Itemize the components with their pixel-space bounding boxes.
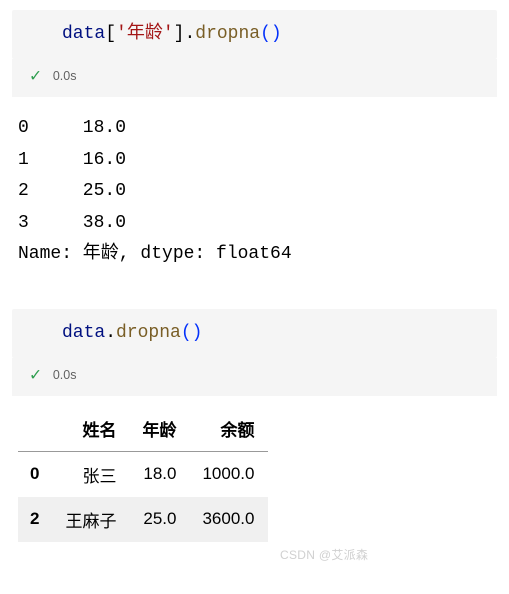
exec-time: 0.0s: [53, 69, 77, 83]
code-token-paren-open: (: [260, 24, 271, 44]
code-token-method: dropna: [195, 24, 260, 44]
code-token-paren-open: (: [181, 323, 192, 343]
check-icon: ✓: [30, 364, 41, 386]
code-token-method: dropna: [116, 323, 181, 343]
table-col-header: 余额: [190, 406, 268, 452]
table-row: 2 王麻子 25.0 3600.0: [18, 497, 268, 542]
output-text-1: 0 18.0 1 16.0 2 25.0 3 38.0 Name: 年龄, dt…: [12, 105, 497, 285]
table-index-cell: 2: [18, 497, 53, 542]
output-table-2: 姓名 年龄 余额 0 张三 18.0 1000.0 2 王麻子 25.0 360…: [12, 404, 497, 542]
watermark-text: CSDN @艾派森: [280, 546, 368, 563]
table-index-header: [18, 406, 53, 452]
status-bar-2: ✓ 0.0s: [12, 358, 497, 396]
code-token-dot: .: [105, 323, 116, 343]
table-header-row: 姓名 年龄 余额: [18, 406, 268, 452]
table-cell: 25.0: [130, 497, 190, 542]
table-index-cell: 0: [18, 451, 53, 497]
code-token-paren-close: ): [192, 323, 203, 343]
table-cell: 王麻子: [53, 497, 130, 542]
table-cell: 1000.0: [190, 451, 268, 497]
table-cell: 18.0: [130, 451, 190, 497]
code-token-dot: .: [184, 24, 195, 44]
code-token-string: '年龄': [116, 24, 174, 44]
code-cell-2: data.dropna() ✓ 0.0s: [12, 309, 497, 396]
table-col-header: 姓名: [53, 406, 130, 452]
dataframe-table: 姓名 年龄 余额 0 张三 18.0 1000.0 2 王麻子 25.0 360…: [18, 406, 268, 542]
code-token-obj: data: [62, 323, 105, 343]
table-cell: 3600.0: [190, 497, 268, 542]
code-token-obj: data: [62, 24, 105, 44]
code-cell-1: data['年龄'].dropna() ✓ 0.0s: [12, 10, 497, 97]
table-cell: 张三: [53, 451, 130, 497]
code-input-1[interactable]: data['年龄'].dropna(): [12, 10, 497, 59]
code-token-bracket-open: [: [105, 24, 116, 44]
exec-time: 0.0s: [53, 368, 77, 382]
cell-gap: [12, 285, 497, 309]
table-col-header: 年龄: [130, 406, 190, 452]
status-bar-1: ✓ 0.0s: [12, 59, 497, 97]
check-icon: ✓: [30, 65, 41, 87]
code-token-paren-close: ): [271, 24, 282, 44]
code-token-bracket-close: ]: [174, 24, 185, 44]
table-row: 0 张三 18.0 1000.0: [18, 451, 268, 497]
code-input-2[interactable]: data.dropna(): [12, 309, 497, 358]
